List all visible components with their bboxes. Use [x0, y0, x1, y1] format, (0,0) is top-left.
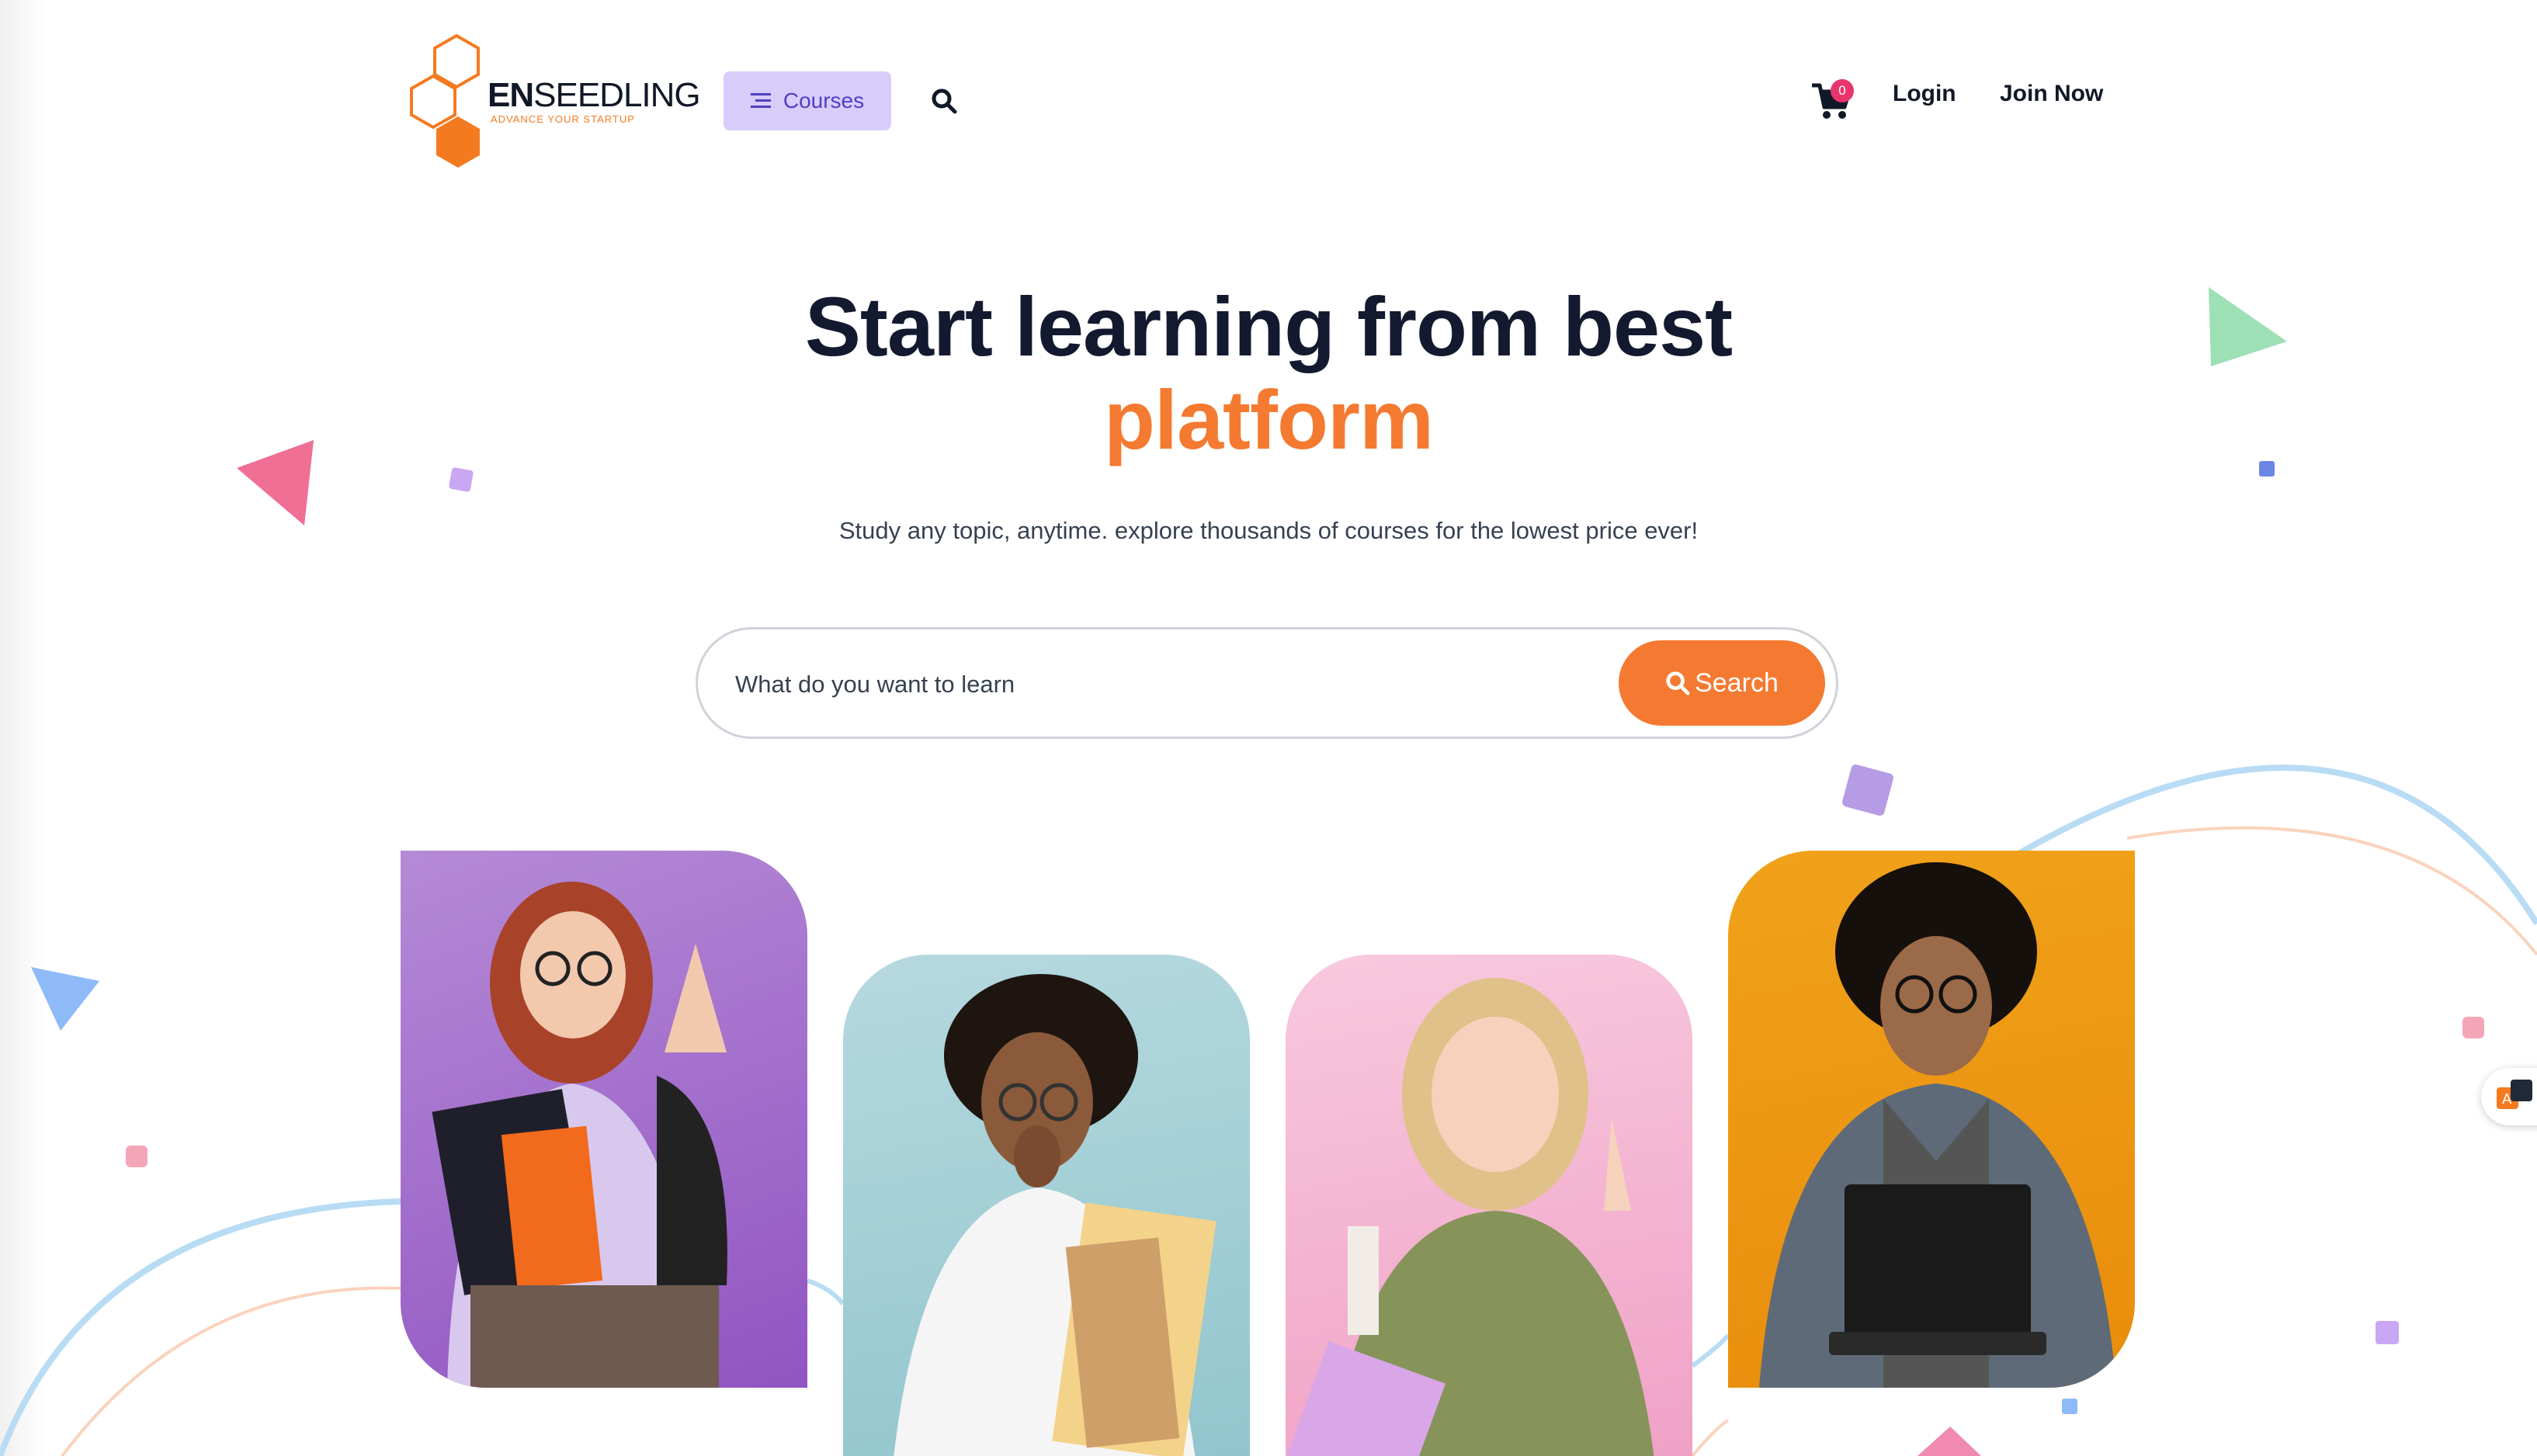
student-photo [1286, 978, 1654, 1456]
search-button-label: Search [1695, 667, 1779, 698]
student-photo [1759, 862, 2116, 1388]
courses-button[interactable]: Courses [724, 71, 891, 130]
hero-title: Start learning from best [804, 279, 1733, 373]
student-photo-card [1728, 851, 2135, 1388]
student-photo [432, 882, 727, 1388]
page: ENSEEDLING ADVANCE YOUR STARTUP Courses … [0, 0, 2537, 1456]
course-search-form: Search [696, 627, 1838, 739]
brand-logo[interactable]: ENSEEDLING ADVANCE YOUR STARTUP [410, 29, 701, 169]
translate-widget-button[interactable]: A [2481, 1068, 2537, 1125]
courses-label: Courses [783, 88, 865, 113]
student-photo-card [401, 851, 807, 1388]
translate-icon: A [2497, 1080, 2532, 1109]
svg-text:A: A [2502, 1091, 2512, 1108]
hero-title-highlight: platform [1104, 373, 1434, 466]
header-search-button[interactable] [928, 85, 960, 116]
search-icon [1666, 671, 1690, 695]
search-icon [932, 88, 957, 114]
hero-subtitle: Study any topic, anytime. explore thousa… [838, 517, 1699, 544]
search-submit-button[interactable]: Search [1619, 640, 1825, 726]
menu-lines-icon [750, 93, 771, 108]
brand-tagline: ADVANCE YOUR STARTUP [491, 113, 635, 125]
cart-count-badge: 0 [1831, 79, 1854, 102]
course-search-input[interactable] [735, 657, 1543, 712]
login-link[interactable]: Login [1893, 81, 1956, 107]
student-photo-card [843, 955, 1250, 1456]
student-photo [894, 974, 1216, 1456]
student-photo-card [1286, 955, 1692, 1456]
join-now-link[interactable]: Join Now [2000, 81, 2103, 107]
brand-name: ENSEEDLING [488, 76, 701, 114]
